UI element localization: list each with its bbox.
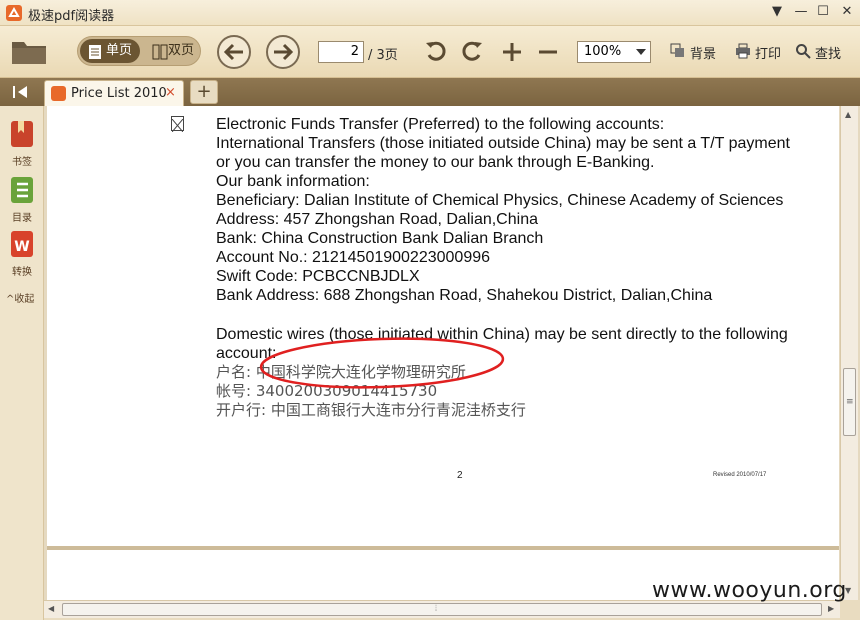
double-page-label: 双页 xyxy=(168,43,195,58)
double-page-icon xyxy=(152,44,168,60)
sidebar-item-bookmarks[interactable]: 书签 xyxy=(0,120,44,168)
sidebar-item-label: 转换 xyxy=(12,267,32,278)
maximize-button[interactable]: ☐ xyxy=(812,3,834,21)
zoom-out-icon[interactable] xyxy=(536,40,560,64)
doc-line: Bank Address: 688 Zhongshan Road, Shahek… xyxy=(216,287,713,304)
new-tab-button[interactable]: + xyxy=(190,80,218,104)
page-number: 2 xyxy=(457,470,463,481)
tab-bar: Price List 2010 × + xyxy=(0,78,860,106)
title-bar: 极速pdf阅读器 ▼ — ☐ ✕ xyxy=(0,0,860,26)
arrow-right-icon xyxy=(274,43,294,61)
scroll-up-icon[interactable]: ▲ xyxy=(845,110,851,119)
menu-dropdown-icon[interactable]: ▼ xyxy=(766,3,788,21)
zoom-in-icon[interactable] xyxy=(500,40,524,64)
toolbar: 单页 双页 2 / 3页 100% 背景 打印 查找 xyxy=(0,26,860,78)
pdf-page: Electronic Funds Transfer (Preferred) to… xyxy=(47,106,839,546)
doc-line: Our bank information: xyxy=(216,173,370,190)
doc-line-cn: 开户行: 中国工商银行大连市分行青泥洼桥支行 xyxy=(216,401,526,419)
red-annotation-ellipse xyxy=(259,337,505,389)
sidebar-toggle-button[interactable] xyxy=(4,81,38,103)
svg-text:W: W xyxy=(14,239,29,255)
doc-line: Electronic Funds Transfer (Preferred) to… xyxy=(216,116,665,133)
bookmark-icon xyxy=(11,121,33,147)
sidebar-item-toc[interactable]: 目录 xyxy=(0,176,44,224)
vertical-scroll-thumb[interactable]: ≡ xyxy=(843,368,856,436)
grip-icon: ⦙ xyxy=(435,604,438,614)
doc-line: Address: 457 Zhongshan Road, Dalian,Chin… xyxy=(216,211,538,228)
document-viewer: Electronic Funds Transfer (Preferred) to… xyxy=(44,106,860,600)
sidebar-item-label: 书签 xyxy=(12,157,32,168)
rotate-right-icon[interactable] xyxy=(460,40,484,64)
previous-page-button[interactable] xyxy=(217,35,251,69)
doc-line: Swift Code: PCBCCNBJDLX xyxy=(216,268,420,285)
tab-price-list[interactable]: Price List 2010 × xyxy=(44,80,184,106)
close-tab-icon[interactable]: × xyxy=(165,85,176,100)
grip-icon: ≡ xyxy=(846,397,854,407)
broken-image-icon xyxy=(171,116,184,133)
vertical-scrollbar[interactable]: ▲ ≡ ▼ xyxy=(840,106,858,600)
collapse-sidebar-icon xyxy=(13,86,27,98)
scroll-left-icon[interactable]: ◀ xyxy=(48,604,54,613)
sidebar: 书签 目录 W 转换 ^收起 xyxy=(0,106,44,620)
printer-icon xyxy=(736,43,750,59)
single-page-icon xyxy=(89,45,101,59)
rotate-left-icon[interactable] xyxy=(424,40,448,64)
zoom-select[interactable]: 100% xyxy=(577,41,651,63)
print-label: 打印 xyxy=(755,47,782,62)
pdf-file-icon xyxy=(51,86,66,101)
page-number-input[interactable]: 2 xyxy=(318,41,364,63)
chevron-down-icon xyxy=(636,49,646,55)
single-page-label: 单页 xyxy=(106,43,133,58)
minimize-button[interactable]: — xyxy=(790,3,812,21)
search-icon xyxy=(796,44,811,59)
watermark: www.wooyun.org xyxy=(652,578,847,603)
background-button[interactable]: 背景 xyxy=(670,43,716,62)
single-page-button[interactable]: 单页 xyxy=(80,39,140,63)
app-title: 极速pdf阅读器 xyxy=(28,9,115,24)
sidebar-item-convert[interactable]: W 转换 xyxy=(0,230,44,278)
zoom-value: 100% xyxy=(584,44,622,59)
collapse-sidebar-button[interactable]: ^收起 xyxy=(6,290,34,305)
convert-icon: W xyxy=(11,231,33,257)
doc-line: International Transfers (those initiated… xyxy=(216,135,790,152)
app-logo-icon xyxy=(6,5,22,21)
open-folder-button[interactable] xyxy=(10,36,48,66)
folder-icon xyxy=(12,42,46,64)
search-label: 查找 xyxy=(815,47,842,62)
sidebar-item-label: 目录 xyxy=(12,213,32,224)
tab-label: Price List 2010 xyxy=(71,86,167,101)
page-total: / 3页 xyxy=(368,48,398,63)
arrow-left-icon xyxy=(223,43,243,61)
search-button[interactable]: 查找 xyxy=(795,43,841,62)
doc-line: Account No.: 21214501900223000996 xyxy=(216,249,491,266)
print-button[interactable]: 打印 xyxy=(735,43,781,62)
close-button[interactable]: ✕ xyxy=(836,3,858,21)
toc-icon xyxy=(11,177,33,203)
horizontal-scroll-thumb[interactable]: ⦙ xyxy=(62,603,822,616)
background-icon xyxy=(670,43,684,57)
doc-line: Bank: China Construction Bank Dalian Bra… xyxy=(216,230,544,247)
doc-line: Beneficiary: Dalian Institute of Chemica… xyxy=(216,192,784,209)
double-page-button[interactable]: 双页 xyxy=(144,39,200,63)
revised-date: Revised 2010/07/17 xyxy=(713,472,767,478)
scroll-right-icon[interactable]: ▶ xyxy=(828,604,834,613)
background-label: 背景 xyxy=(690,47,717,62)
next-page-button[interactable] xyxy=(266,35,300,69)
view-mode-toggle: 单页 双页 xyxy=(77,36,201,66)
doc-line: or you can transfer the money to our ban… xyxy=(216,154,655,171)
